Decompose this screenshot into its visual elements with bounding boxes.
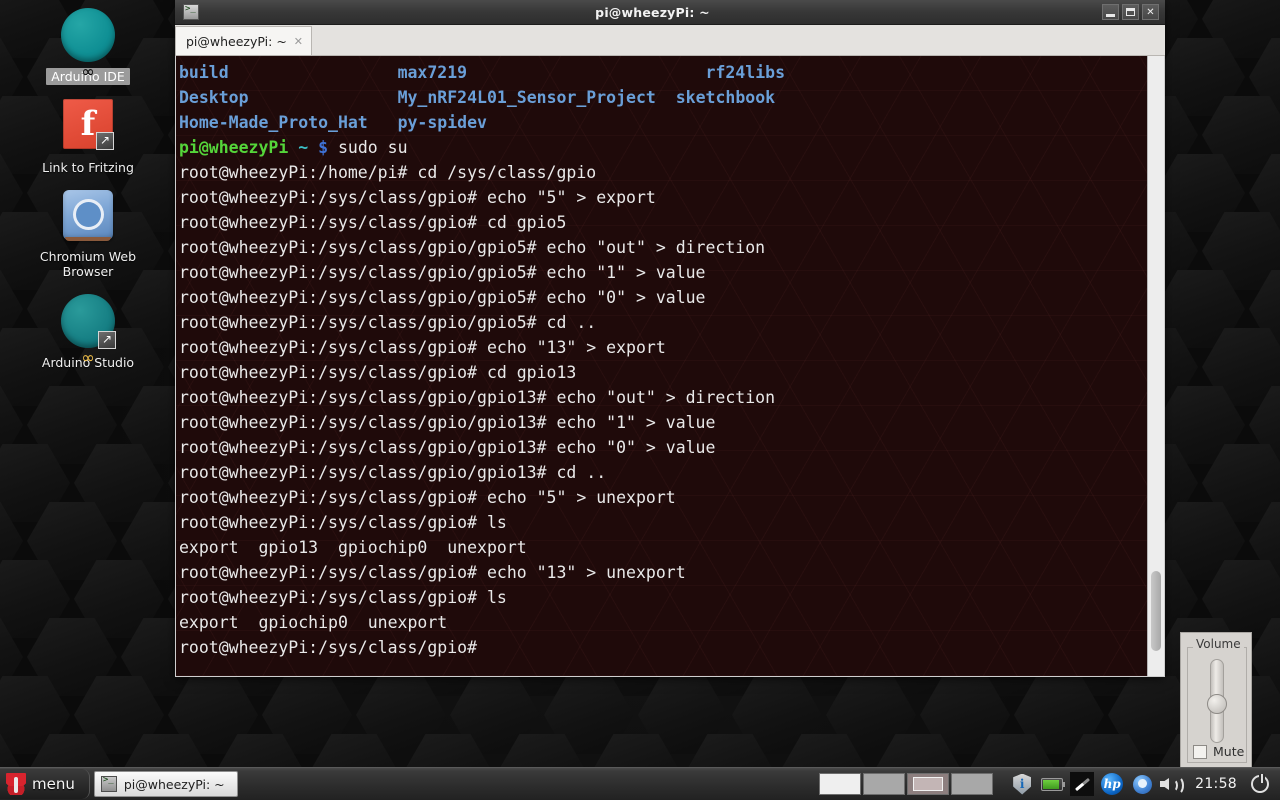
terminal-tab[interactable]: pi@wheezyPi: ~ ✕ xyxy=(175,26,313,55)
workspace-3[interactable] xyxy=(907,773,950,795)
terminal-tab-label: pi@wheezyPi: ~ xyxy=(186,33,287,49)
brush-icon[interactable] xyxy=(1069,771,1095,797)
chromium-icon[interactable] xyxy=(1129,771,1155,797)
terminal-line: Desktop My_nRF24L01_Sensor_Project sketc… xyxy=(179,88,776,107)
maximize-button[interactable] xyxy=(1122,4,1139,20)
terminal-line: export gpiochip0 unexport xyxy=(179,613,448,632)
desktop-icon-chromium-web-browser[interactable]: Chromium Web Browser xyxy=(0,190,176,280)
workspace-pager[interactable] xyxy=(819,773,994,795)
fritzing-icon: f ↗ xyxy=(61,99,115,153)
tab-close-icon[interactable]: ✕ xyxy=(294,36,303,47)
arduino-studio-icon: ∞ ↗ xyxy=(61,294,116,367)
desktop-icon-arduino-ide[interactable]: ∞ Arduino IDE xyxy=(0,8,176,85)
terminal-line: root@wheezyPi:/sys/class/gpio# cd gpio5 xyxy=(179,213,567,232)
window-title: pi@wheezyPi: ~ xyxy=(595,4,710,20)
terminal-line: root@wheezyPi:/sys/class/gpio# echo "5" … xyxy=(179,488,676,507)
shortcut-arrow-icon: ↗ xyxy=(98,331,116,349)
terminal-scrollbar[interactable] xyxy=(1147,56,1164,676)
window-controls: ✕ xyxy=(1102,4,1161,20)
terminal-titlebar[interactable]: pi@wheezyPi: ~ ✕ xyxy=(175,0,1165,25)
terminal-line: root@wheezyPi:/sys/class/gpio# ls xyxy=(179,513,507,532)
desktop-icon-grid: ∞ Arduino IDE f ↗ Link to Fritzing Chrom… xyxy=(0,0,176,385)
terminal-line: root@wheezyPi:/sys/class/gpio/gpio5# ech… xyxy=(179,288,706,307)
close-button[interactable]: ✕ xyxy=(1142,4,1159,20)
terminal-tabbar[interactable]: pi@wheezyPi: ~ ✕ xyxy=(175,25,1165,56)
terminal-line: root@wheezyPi:/sys/class/gpio# echo "13"… xyxy=(179,563,686,582)
terminal-line: Home-Made_Proto_Hat py-spidev xyxy=(179,113,487,132)
arduino-icon: ∞ xyxy=(61,8,115,81)
system-tray: i hp 21:58 xyxy=(819,771,1280,797)
workspace-2[interactable] xyxy=(863,773,906,795)
terminal-line: root@wheezyPi:/sys/class/gpio# xyxy=(179,638,478,657)
minimize-button[interactable] xyxy=(1102,4,1119,20)
terminal-line: root@wheezyPi:/sys/class/gpio# echo "13"… xyxy=(179,338,666,357)
terminal-line: root@wheezyPi:/sys/class/gpio/gpio13# cd… xyxy=(179,463,607,482)
taskbar[interactable]: menu pi@wheezyPi: ~ i xyxy=(0,767,1280,800)
terminal-line: root@wheezyPi:/home/pi# cd /sys/class/gp… xyxy=(179,163,597,182)
terminal-line: root@wheezyPi:/sys/class/gpio/gpio13# ec… xyxy=(179,438,716,457)
desktop-icon-arduino-studio[interactable]: ∞ ↗ Arduino Studio xyxy=(0,294,176,371)
terminal-line: root@wheezyPi:/sys/class/gpio/gpio13# ec… xyxy=(179,388,776,407)
desktop-icon-label: Link to Fritzing xyxy=(42,160,134,175)
terminal-body[interactable]: build max7219 rf24libs Desktop My_nRF24L0… xyxy=(175,56,1165,677)
mute-label: Mute xyxy=(1213,744,1245,759)
task-item-label: pi@wheezyPi: ~ xyxy=(123,776,225,792)
shield-info-icon[interactable]: i xyxy=(1009,771,1035,797)
hp-logo-icon[interactable]: hp xyxy=(1099,771,1125,797)
terminal-line: root@wheezyPi:/sys/class/gpio/gpio5# ech… xyxy=(179,263,706,282)
workspace-1[interactable] xyxy=(819,773,862,795)
clock[interactable]: 21:58 xyxy=(1187,776,1245,792)
volume-speaker-icon[interactable] xyxy=(1159,771,1185,797)
desktop-icon-link-to-fritzing[interactable]: f ↗ Link to Fritzing xyxy=(0,99,176,176)
power-icon[interactable] xyxy=(1247,771,1273,797)
terminal-icon xyxy=(183,4,199,20)
battery-icon[interactable] xyxy=(1039,771,1066,797)
menu-button-label: menu xyxy=(32,775,75,793)
task-item-terminal[interactable]: pi@wheezyPi: ~ xyxy=(93,771,238,797)
terminal-line: root@wheezyPi:/sys/class/gpio/gpio5# ech… xyxy=(179,238,766,257)
desktop[interactable]: ∞ Arduino IDE f ↗ Link to Fritzing Chrom… xyxy=(0,0,1280,800)
terminal-scrollbar-thumb[interactable] xyxy=(1151,570,1161,652)
terminal-line: root@wheezyPi:/sys/class/gpio# cd gpio13 xyxy=(179,363,577,382)
terminal-icon xyxy=(100,775,117,792)
terminal-line: root@wheezyPi:/sys/class/gpio/gpio5# cd … xyxy=(179,313,597,332)
menu-button[interactable]: menu xyxy=(0,769,90,799)
chromium-icon xyxy=(61,190,115,244)
terminal-line: root@wheezyPi:/sys/class/gpio# ls xyxy=(179,588,507,607)
desktop-icon-label: Chromium Web Browser xyxy=(39,249,137,279)
raspberry-pi-icon xyxy=(6,773,26,795)
terminal-line: pi@wheezyPi ~ $ sudo su xyxy=(179,138,408,157)
terminal-window[interactable]: pi@wheezyPi: ~ ✕ pi@wheezyPi: ~ ✕ build … xyxy=(175,0,1165,677)
mute-checkbox-row[interactable]: Mute xyxy=(1193,744,1244,759)
terminal-line: build max7219 rf24libs xyxy=(179,63,786,82)
shortcut-arrow-icon: ↗ xyxy=(96,132,114,150)
terminal-output[interactable]: build max7219 rf24libs Desktop My_nRF24L0… xyxy=(176,56,1147,676)
volume-slider[interactable] xyxy=(1207,659,1227,743)
terminal-line: root@wheezyPi:/sys/class/gpio# echo "5" … xyxy=(179,188,656,207)
volume-popup-title: Volume xyxy=(1193,637,1244,651)
task-list: pi@wheezyPi: ~ xyxy=(90,771,238,797)
terminal-line: export gpio13 gpiochip0 unexport xyxy=(179,538,527,557)
mute-checkbox[interactable] xyxy=(1193,744,1207,759)
workspace-4[interactable] xyxy=(951,773,994,795)
volume-popup[interactable]: Volume Mute xyxy=(1180,632,1252,768)
terminal-line: root@wheezyPi:/sys/class/gpio/gpio13# ec… xyxy=(179,413,716,432)
